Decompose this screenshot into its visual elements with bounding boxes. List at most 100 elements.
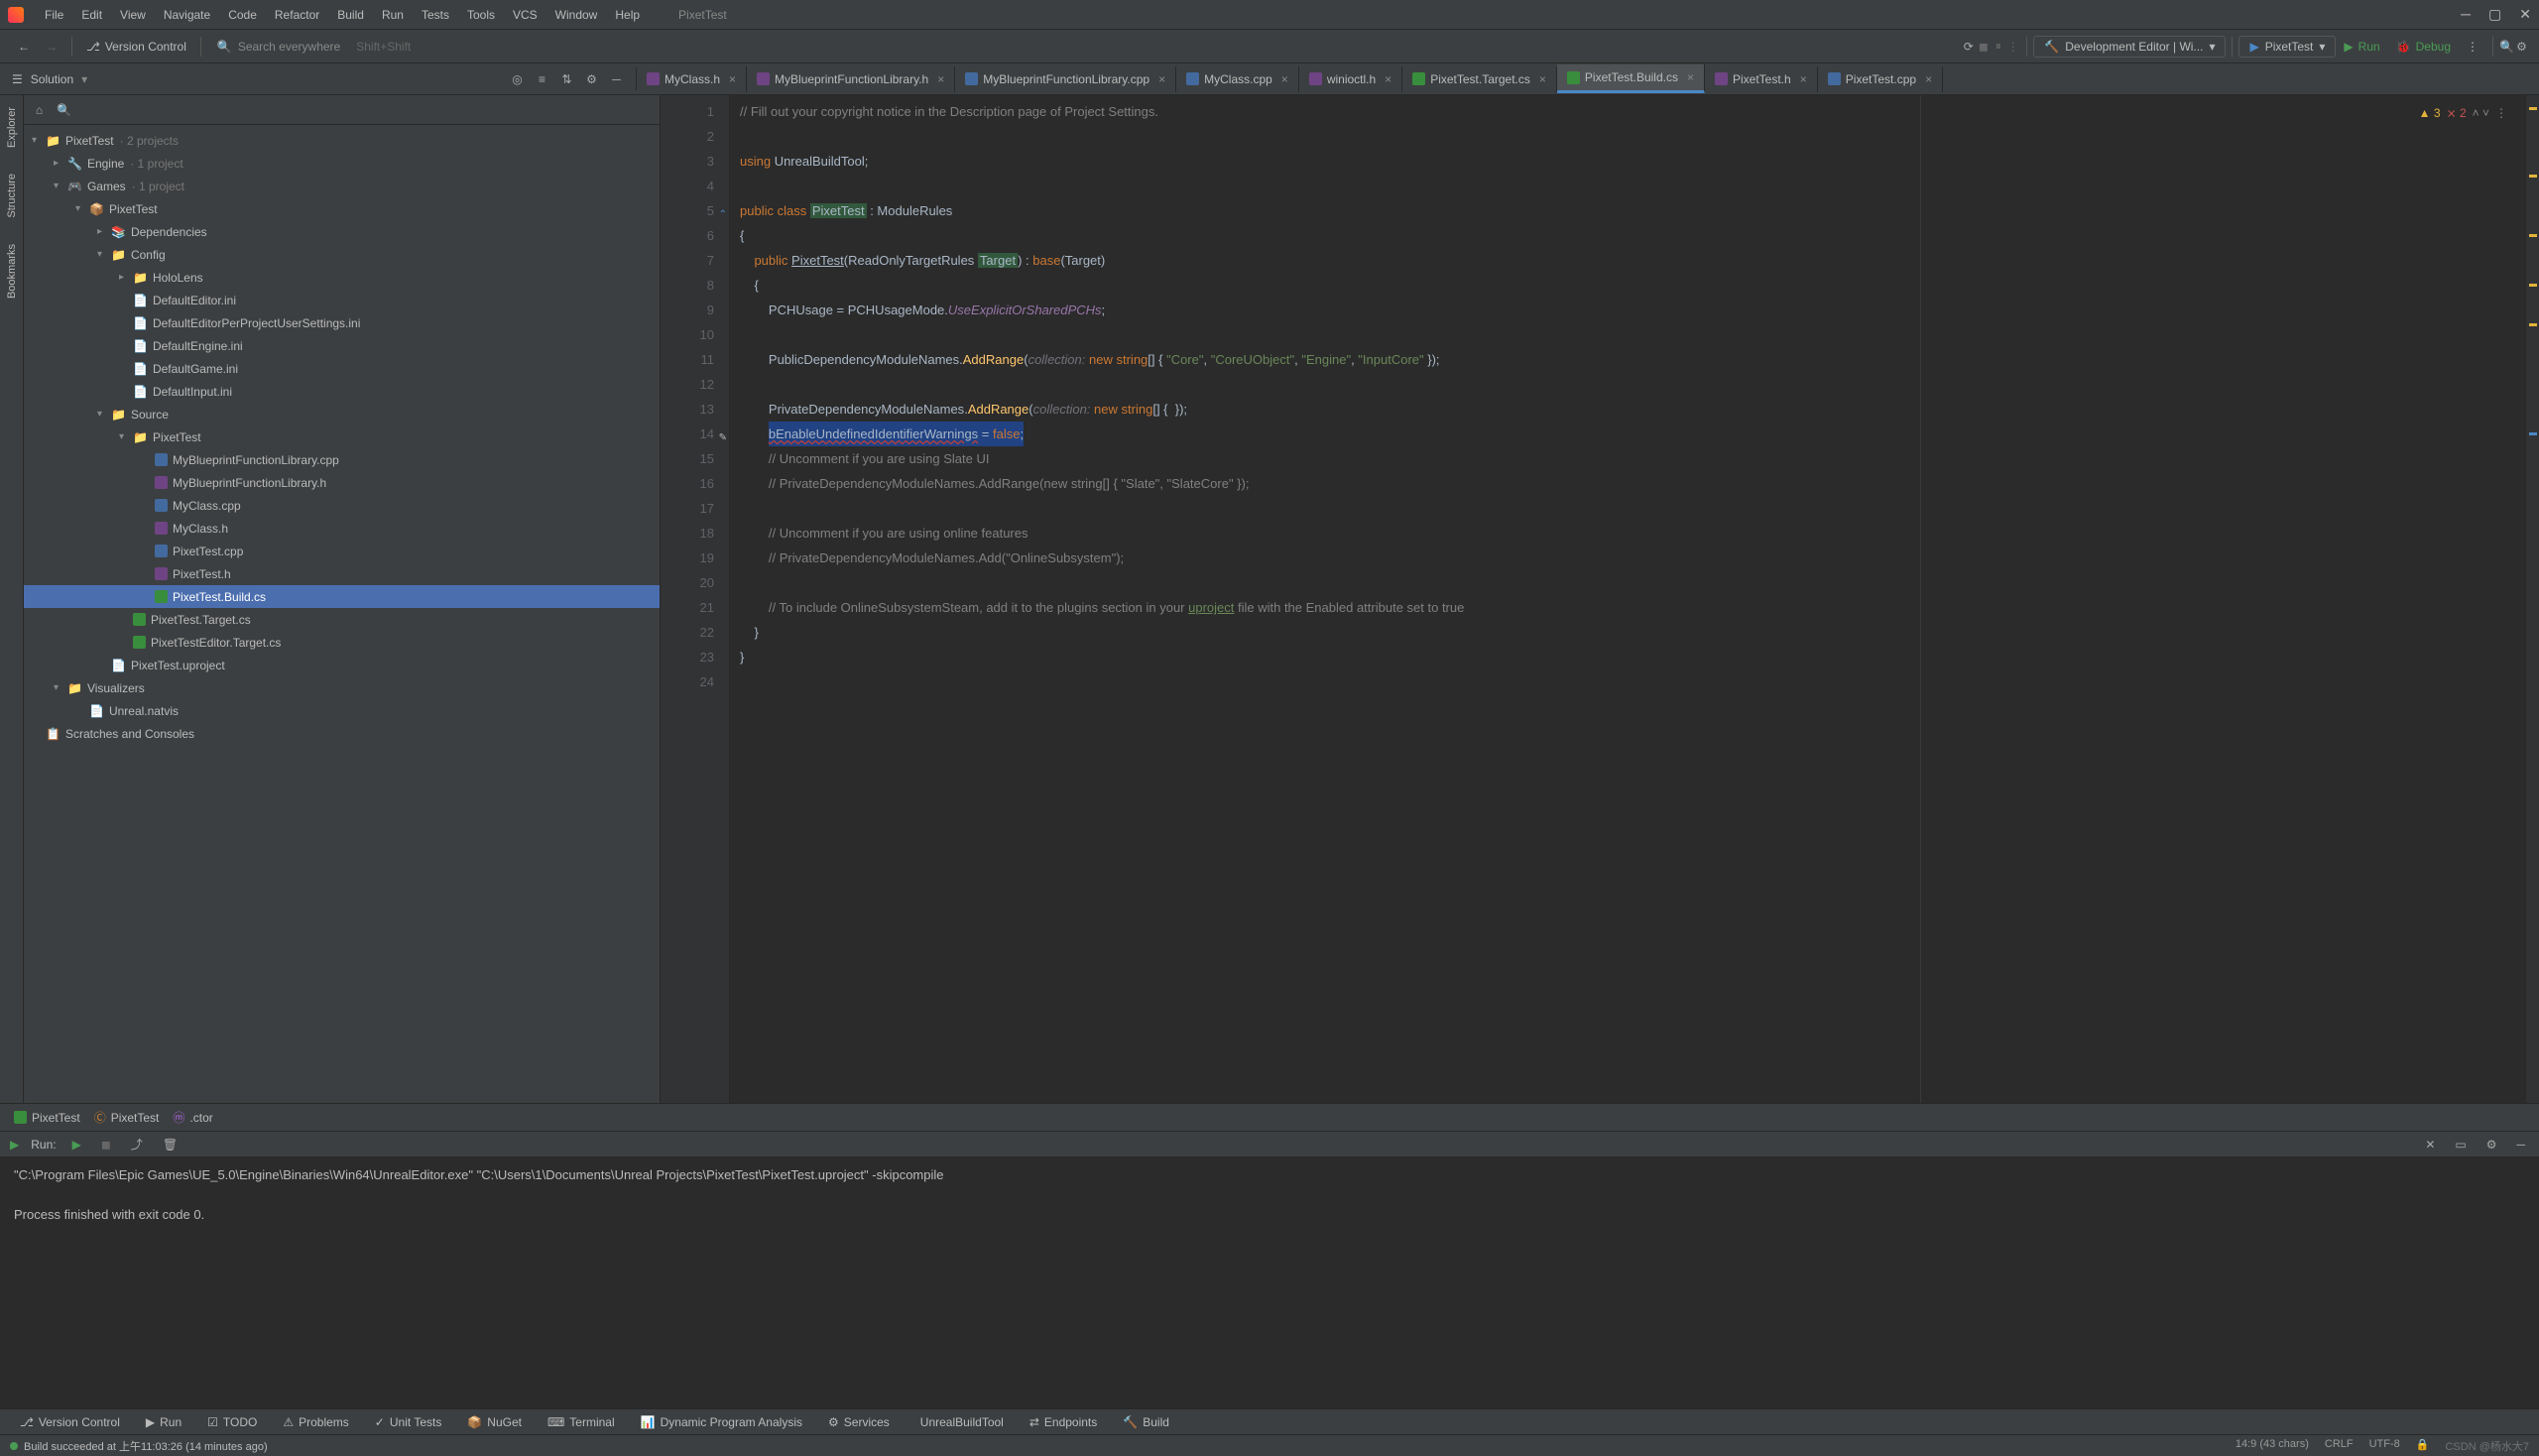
- stop-icon[interactable]: ◼: [1976, 39, 1991, 54]
- bottomtab-terminal[interactable]: ⌨Terminal: [538, 1412, 625, 1432]
- line-ending[interactable]: CRLF: [2325, 1438, 2354, 1454]
- tree-Scratches and Consoles[interactable]: 📋Scratches and Consoles: [24, 722, 660, 745]
- run-output[interactable]: "C:\Program Files\Epic Games\UE_5.0\Engi…: [0, 1157, 2539, 1408]
- maximize-icon[interactable]: ▢: [2488, 6, 2501, 23]
- menu-run[interactable]: Run: [373, 4, 413, 26]
- bottomtab-unit-tests[interactable]: ✓Unit Tests: [365, 1412, 452, 1432]
- close-tab-icon[interactable]: ×: [1158, 72, 1165, 86]
- close-tab-icon[interactable]: ×: [1687, 70, 1694, 84]
- tree-MyClass.cpp[interactable]: MyClass.cpp: [24, 494, 660, 517]
- tree-MyBlueprintFunctionLibrary.cpp[interactable]: MyBlueprintFunctionLibrary.cpp: [24, 448, 660, 471]
- more-run-icon[interactable]: ⋮: [2459, 36, 2486, 58]
- tree-MyBlueprintFunctionLibrary.h[interactable]: MyBlueprintFunctionLibrary.h: [24, 471, 660, 494]
- collapse-icon[interactable]: ─: [609, 71, 624, 86]
- tree-DefaultEngine.ini[interactable]: 📄DefaultEngine.ini: [24, 334, 660, 357]
- home-icon[interactable]: ⌂: [32, 102, 47, 117]
- breadcrumb-PixetTest[interactable]: ⒸPixetTest: [94, 1109, 160, 1126]
- bottomtab-nuget[interactable]: 📦NuGet: [457, 1412, 532, 1432]
- close-tab-icon[interactable]: ×: [729, 72, 736, 86]
- tree-Engine[interactable]: ▸🔧Engine· 1 project: [24, 152, 660, 175]
- tree-PixetTest[interactable]: ▾📦PixetTest: [24, 197, 660, 220]
- menu-refactor[interactable]: Refactor: [266, 4, 328, 26]
- config-dropdown[interactable]: 🔨 Development Editor | Wi... ▾: [2033, 36, 2226, 58]
- menu-help[interactable]: Help: [606, 4, 649, 26]
- tree-Config[interactable]: ▾📁Config: [24, 243, 660, 266]
- tree-PixetTest.Target.cs[interactable]: PixetTest.Target.cs: [24, 608, 660, 631]
- close-panel-icon[interactable]: ✕: [2421, 1136, 2439, 1153]
- search-everywhere[interactable]: 🔍 Search everywhereShift+Shift: [207, 40, 421, 54]
- tree-PixetTest[interactable]: ▾📁PixetTest· 2 projects: [24, 129, 660, 152]
- bottomtab-build[interactable]: 🔨Build: [1113, 1412, 1179, 1432]
- run-target-dropdown[interactable]: ▶ PixetTest ▾: [2238, 36, 2336, 58]
- menu-view[interactable]: View: [111, 4, 155, 26]
- bottomtab-todo[interactable]: ☑TODO: [197, 1412, 267, 1432]
- sync-icon[interactable]: ⟳: [1961, 39, 1976, 54]
- menu-vcs[interactable]: VCS: [504, 4, 546, 26]
- tree-DefaultInput.ini[interactable]: 📄DefaultInput.ini: [24, 380, 660, 403]
- tab-MyBlueprintFunctionLibrary.h[interactable]: MyBlueprintFunctionLibrary.h×: [747, 66, 955, 92]
- tree-HoloLens[interactable]: ▸📁HoloLens: [24, 266, 660, 289]
- close-tab-icon[interactable]: ×: [937, 72, 944, 86]
- tree-Games[interactable]: ▾🎮Games· 1 project: [24, 175, 660, 197]
- breadcrumb-.ctor[interactable]: ⓜ.ctor: [173, 1109, 212, 1126]
- close-tab-icon[interactable]: ×: [1281, 72, 1288, 86]
- tree-Source[interactable]: ▾📁Source: [24, 403, 660, 425]
- menu-file[interactable]: File: [36, 4, 72, 26]
- encoding[interactable]: UTF-8: [2369, 1438, 2400, 1454]
- bottomtab-version-control[interactable]: ⎇Version Control: [10, 1412, 130, 1432]
- marks-strip[interactable]: [2525, 95, 2539, 1103]
- search-icon[interactable]: 🔍: [57, 102, 71, 117]
- minimize-icon[interactable]: ─: [2461, 6, 2471, 23]
- close-tab-icon[interactable]: ×: [1925, 72, 1932, 86]
- menu-tests[interactable]: Tests: [413, 4, 458, 26]
- tree-MyClass.h[interactable]: MyClass.h: [24, 517, 660, 540]
- bottomtab-endpoints[interactable]: ⇄Endpoints: [1020, 1412, 1107, 1432]
- rerun-icon[interactable]: ▶: [68, 1136, 85, 1153]
- tree-PixetTest.Build.cs[interactable]: PixetTest.Build.cs: [24, 585, 660, 608]
- tree-PixetTestEditor.Target.cs[interactable]: PixetTestEditor.Target.cs: [24, 631, 660, 654]
- tab-winioctl.h[interactable]: winioctl.h×: [1299, 66, 1402, 92]
- tree-DefaultEditor.ini[interactable]: 📄DefaultEditor.ini: [24, 289, 660, 311]
- menu-edit[interactable]: Edit: [72, 4, 111, 26]
- sidetab-bookmarks[interactable]: Bookmarks: [4, 238, 20, 304]
- run-play-icon[interactable]: ▶: [10, 1138, 19, 1152]
- filter-icon[interactable]: ≡: [535, 71, 549, 86]
- caret-position[interactable]: 14:9 (43 chars): [2236, 1438, 2309, 1454]
- tab-PixetTest.cpp[interactable]: PixetTest.cpp×: [1818, 66, 1943, 92]
- bottomtab-services[interactable]: ⚙Services: [818, 1412, 900, 1432]
- tree-PixetTest.cpp[interactable]: PixetTest.cpp: [24, 540, 660, 562]
- tree-PixetTest.uproject[interactable]: 📄PixetTest.uproject: [24, 654, 660, 676]
- search-icon[interactable]: 🔍: [2499, 39, 2514, 54]
- bottomtab-dynamic-program-analysis[interactable]: 📊Dynamic Program Analysis: [631, 1412, 812, 1432]
- tree-Visualizers[interactable]: ▾📁Visualizers: [24, 676, 660, 699]
- panel-gear-icon[interactable]: ⚙: [2482, 1136, 2501, 1153]
- trash-icon[interactable]: 🗑: [159, 1136, 181, 1153]
- version-control-button[interactable]: ⎇ Version Control: [78, 36, 194, 58]
- solution-dropdown[interactable]: ☰ Solution ▾ ◎ ≡ ⇅ ⚙ ─: [0, 67, 637, 90]
- menu-tools[interactable]: Tools: [458, 4, 504, 26]
- tree-DefaultEditorPerProjectUserSettings.ini[interactable]: 📄DefaultEditorPerProjectUserSettings.ini: [24, 311, 660, 334]
- menu-code[interactable]: Code: [219, 4, 266, 26]
- settings-icon[interactable]: ⚙: [2514, 39, 2529, 54]
- tab-MyClass.cpp[interactable]: MyClass.cpp×: [1176, 66, 1299, 92]
- tab-PixetTest.Target.cs[interactable]: PixetTest.Target.cs×: [1402, 66, 1557, 92]
- back-button[interactable]: ←: [10, 36, 38, 58]
- tab-MyClass.h[interactable]: MyClass.h×: [637, 66, 747, 92]
- layout-icon[interactable]: ▭: [2451, 1136, 2470, 1153]
- close-icon[interactable]: ✕: [2519, 6, 2531, 23]
- debug-button[interactable]: 🐞 Debug: [2388, 36, 2459, 58]
- tree-DefaultGame.ini[interactable]: 📄DefaultGame.ini: [24, 357, 660, 380]
- menu-navigate[interactable]: Navigate: [155, 4, 219, 26]
- tree-PixetTest[interactable]: ▾📁PixetTest: [24, 425, 660, 448]
- breadcrumb-PixetTest[interactable]: PixetTest: [14, 1111, 80, 1125]
- tree-PixetTest.h[interactable]: PixetTest.h: [24, 562, 660, 585]
- stop-icon[interactable]: ◼: [97, 1136, 115, 1153]
- sidetab-explorer[interactable]: Explorer: [4, 101, 20, 154]
- sort-icon[interactable]: ⇅: [559, 71, 574, 86]
- gear-icon[interactable]: ⚙: [584, 71, 599, 86]
- inspection-summary[interactable]: ▲ 3 ⨯ 2 ˄ ˅ ⋮: [2419, 101, 2507, 126]
- code-editor[interactable]: 12345⌃67891011121314✎1516171819202122232…: [661, 95, 2539, 1103]
- exit-icon[interactable]: ⤴: [127, 1134, 147, 1154]
- pause-icon[interactable]: ⏸: [1991, 39, 2005, 54]
- bottomtab-unrealbuildtool[interactable]: UnrealBuildTool: [906, 1412, 1014, 1432]
